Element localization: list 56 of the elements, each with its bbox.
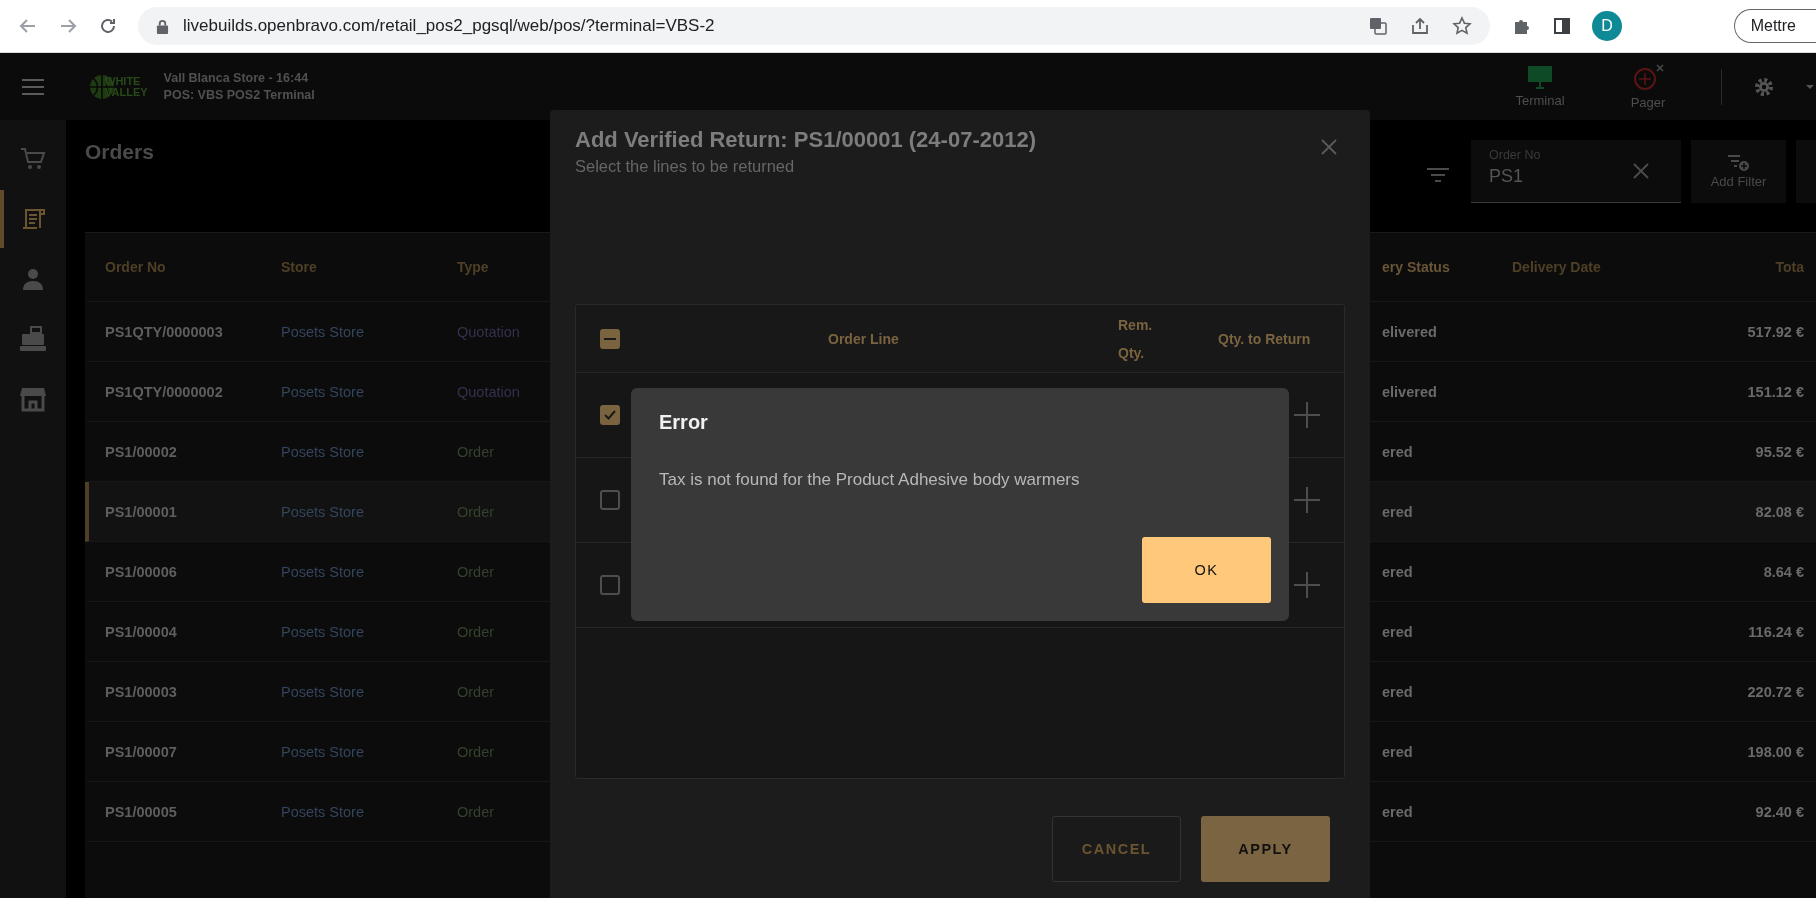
table-cell: PS1/00003 <box>105 683 177 700</box>
terminal-info: POS: VBS POS2 Terminal <box>163 88 315 102</box>
column-header: ery Status <box>1382 259 1450 275</box>
table-cell: Posets Store <box>281 383 364 400</box>
column-header: Store <box>281 259 317 275</box>
table-cell: ered <box>1382 623 1413 640</box>
table-cell: Posets Store <box>281 323 364 340</box>
field-value: PS1 <box>1489 166 1524 187</box>
url-text: livebuilds.openbravo.com/retail_pos2_pgsql/web/pos/?terminal=VBS-2 <box>183 16 715 36</box>
table-cell: PS1/00001 <box>105 503 177 520</box>
table-cell: ered <box>1382 743 1413 760</box>
table-cell: PS1/00002 <box>105 443 177 460</box>
page-title: Orders <box>85 140 154 164</box>
table-cell: ered <box>1382 803 1413 820</box>
table-cell: PS1QTY/0000002 <box>105 383 223 400</box>
table-cell: 82.08 € <box>1755 503 1804 520</box>
table-cell: PS1/00004 <box>105 623 177 640</box>
column-header: Qty. to Return <box>1218 330 1311 347</box>
dialog-title: Add Verified Return: PS1/00001 (24-07-2012) <box>575 127 1036 153</box>
column-header: Type <box>457 259 489 275</box>
table-cell: 8.64 € <box>1763 563 1804 580</box>
table-cell: 151.12 € <box>1747 383 1804 400</box>
table-cell: Posets Store <box>281 503 364 520</box>
table-cell: ered <box>1382 683 1413 700</box>
table-cell: Posets Store <box>281 683 364 700</box>
error-title: Error <box>659 411 709 434</box>
table-cell: elivered <box>1382 383 1437 400</box>
table-cell: PS1QTY/0000003 <box>105 323 223 340</box>
table-cell: ered <box>1382 563 1413 580</box>
table-cell: 517.92 € <box>1747 323 1804 340</box>
table-cell: PS1/00005 <box>105 803 177 820</box>
table-cell: Posets Store <box>281 743 364 760</box>
column-header: Delivery Date <box>1512 259 1601 275</box>
table-cell: Posets Store <box>281 563 364 580</box>
table-cell: ered <box>1382 443 1413 460</box>
table-cell: elivered <box>1382 323 1437 340</box>
column-header: Order No <box>105 259 166 275</box>
table-cell: Quotation <box>457 383 520 400</box>
table-cell: Posets Store <box>281 803 364 820</box>
table-cell: 92.40 € <box>1755 803 1804 820</box>
table-cell: Quotation <box>457 323 520 340</box>
table-cell: 198.00 € <box>1747 743 1804 760</box>
table-cell: Posets Store <box>281 623 364 640</box>
table-cell: 116.24 € <box>1748 623 1804 640</box>
column-header: Tota <box>1775 259 1804 275</box>
dialog-subtitle: Select the lines to be returned <box>575 157 795 176</box>
table-cell: ered <box>1382 503 1413 520</box>
table-cell: 220.72 € <box>1747 683 1804 700</box>
column-header: Rem. Qty. <box>1118 315 1154 363</box>
table-cell: 95.52 € <box>1755 443 1804 460</box>
error-message: Tax is not found for the Product Adhesive body warmers <box>659 470 1081 490</box>
store-info: Vall Blanca Store - 16:44 <box>163 71 310 85</box>
table-cell: PS1/00006 <box>105 563 177 580</box>
column-header: Order Line <box>828 330 900 347</box>
table-cell: PS1/00007 <box>105 743 177 760</box>
table-cell: Posets Store <box>281 443 364 460</box>
